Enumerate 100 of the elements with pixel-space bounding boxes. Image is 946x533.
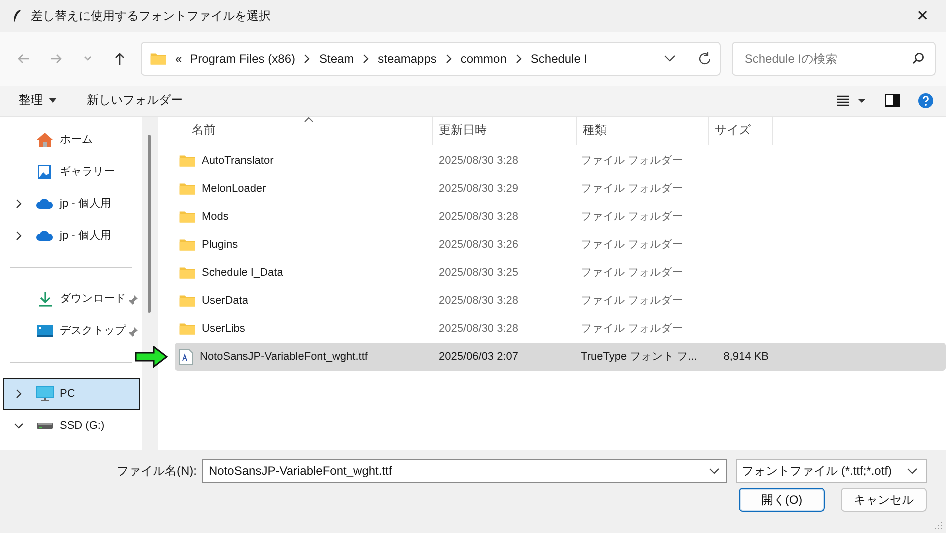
resize-grip-icon[interactable] [935,522,943,530]
sidebar-item[interactable]: ホーム [3,124,140,156]
modified-date: 2025/08/30 3:28 [438,210,520,223]
file-row[interactable]: AutoTranslator 2025/08/30 3:28 ファイル フォルダー [175,146,946,175]
desktop-icon [37,324,53,338]
expand-icon [15,198,23,209]
file-name: Mods [202,210,229,223]
file-row[interactable]: UserLibs 2025/08/30 3:28 ファイル フォルダー [175,314,946,343]
sort-icon [304,116,314,123]
chevron-icon [444,54,453,64]
overflow-button[interactable]: « [175,52,182,66]
file-name: NotoSansJP-VariableFont_wght.ttf [200,350,368,363]
dropdown-icon [709,468,720,475]
file-row[interactable]: UserData 2025/08/30 3:28 ファイル フォルダー [175,286,946,315]
file-row[interactable]: MelonLoader 2025/08/30 3:29 ファイル フォルダー [175,174,946,203]
organize-button[interactable]: 整理 [19,92,57,110]
column-header[interactable]: 種類 [577,116,709,145]
breadcrumb[interactable]: Steam [319,52,354,66]
house-icon [36,132,54,148]
field-label: ファイル名(N): [117,462,197,480]
sidebar-item[interactable]: ギャラリー [3,156,140,188]
sidebar-item[interactable]: jp - 個人用 [3,220,140,252]
sidebar-item[interactable]: PC [3,378,140,410]
breadcrumb[interactable]: Program Files (x86) [190,52,296,66]
address-bar[interactable]: « Program Files (x86) Steam steamapps common Schedule I [141,42,721,76]
file-type: ファイル フォルダー [580,266,684,280]
modified-date: 2025/08/30 3:28 [438,294,520,307]
folder-icon [179,182,196,196]
modified-date: 2025/08/30 3:28 [438,154,520,167]
help-icon[interactable] [918,92,934,109]
font-file-icon [179,348,194,365]
file-type: ファイル フォルダー [580,294,684,308]
file-type: ファイル フォルダー [580,210,684,224]
filename-box[interactable]: NotoSansJP-VariableFont_wght.ttf [202,459,727,484]
expand-icon [15,230,23,241]
folder-icon [179,266,196,280]
file-type: TrueType フォント フ... [580,350,698,364]
modified-date: 2025/06/03 2:07 [438,350,520,363]
dropdown-icon[interactable] [664,54,676,63]
file-name: AutoTranslator [202,154,274,167]
cloud-icon [36,230,54,242]
dropdown-icon [907,468,918,475]
collapse-icon[interactable] [14,422,24,430]
folder-icon [179,154,196,168]
file-type-dropdown[interactable]: フォントファイル (*.ttf;*.otf) [736,459,927,484]
breadcrumb[interactable]: steamapps [378,52,437,66]
file-type: ファイル フォルダー [580,238,684,252]
file-row[interactable]: Schedule I_Data 2025/08/30 3:25 ファイル フォルダー [175,258,946,287]
sidebar-item[interactable]: jp - 個人用 [3,188,140,220]
file-row[interactable]: Plugins 2025/08/30 3:26 ファイル フォルダー [175,230,946,259]
file-type: ファイル フォルダー [580,182,684,196]
column-header[interactable]: サイズ [709,116,773,145]
file-type: ファイル フォルダー [580,154,684,168]
scrollbar[interactable] [142,116,158,450]
preview-pane-icon[interactable] [885,94,900,108]
download-icon [38,290,52,307]
chevron-icon [514,54,523,64]
folder-icon [179,294,196,308]
caret-icon [49,98,57,104]
breadcrumb[interactable]: Schedule I [530,52,588,66]
column-header[interactable]: 名前 [175,116,433,145]
feather-icon [12,9,22,23]
view-menu-button[interactable] [837,94,867,107]
modified-date: 2025/08/30 3:28 [438,322,520,335]
folder-icon [150,52,168,66]
file-type: ファイル フォルダー [580,322,684,336]
folder-icon [179,210,196,224]
chevron-icon [303,54,312,64]
column-header[interactable]: 更新日時 [433,116,577,145]
expand-icon [15,388,23,399]
search-icon [912,52,926,66]
refresh-icon[interactable] [698,52,712,66]
file-name: UserData [202,294,248,307]
file-name: UserLibs [202,322,246,335]
sidebar-item[interactable]: ダウンロード [3,282,140,315]
search-box[interactable]: Schedule Iの検索 [732,42,936,76]
file-size: 8,914 KB [722,350,770,363]
file-name: MelonLoader [202,182,266,195]
cloud-icon [36,198,54,210]
open-button[interactable]: 開く(O) [739,488,825,512]
sidebar-item[interactable]: SSD (G:) [3,410,140,442]
breadcrumb[interactable]: common [460,52,507,66]
file-row[interactable]: Mods 2025/08/30 3:28 ファイル フォルダー [175,202,946,231]
chevron-icon [362,54,370,64]
cancel-button[interactable]: キャンセル [841,488,927,512]
close-button[interactable]: ✕ [900,0,946,32]
drive-icon [37,422,53,430]
window-title: 差し替えに使用するフォントファイルを選択 [31,8,271,24]
search-input[interactable]: Schedule Iの検索 [742,50,912,67]
modified-date: 2025/08/30 3:29 [438,182,520,195]
filename-input[interactable]: NotoSansJP-VariableFont_wght.ttf [207,463,709,480]
monitor-icon [36,386,54,402]
modified-date: 2025/08/30 3:25 [438,266,520,279]
file-name: Plugins [202,238,238,251]
folder-icon [179,322,196,336]
sidebar-item[interactable]: デスクトップ [3,314,140,347]
image-icon [37,164,53,180]
new-folder-button[interactable]: 新しいフォルダー [87,92,183,110]
modified-date: 2025/08/30 3:26 [438,238,520,251]
folder-icon [179,238,196,252]
